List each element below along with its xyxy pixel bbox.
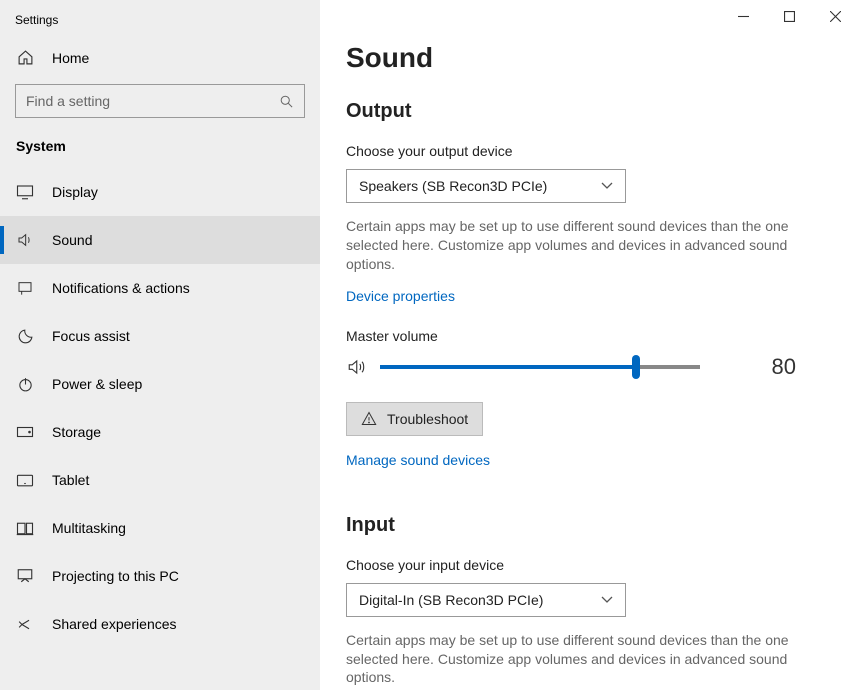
close-button[interactable] (812, 1, 858, 31)
timeline-icon (16, 521, 34, 536)
main: Sound Output Choose your output device S… (320, 0, 862, 690)
monitor-icon (16, 184, 34, 200)
category-heading: System (0, 132, 320, 168)
moon-icon (16, 328, 34, 345)
device-properties-link[interactable]: Device properties (346, 288, 455, 304)
share-icon (16, 616, 34, 633)
home-label: Home (52, 50, 89, 66)
tablet-icon (16, 473, 34, 488)
home-icon (16, 49, 34, 66)
chevron-down-icon (601, 182, 613, 190)
troubleshoot-button[interactable]: Troubleshoot (346, 402, 483, 436)
nav-item-sound[interactable]: Sound (0, 216, 320, 264)
output-device-dropdown[interactable]: Speakers (SB Recon3D PCIe) (346, 169, 626, 203)
titlebar (320, 0, 862, 32)
input-device-value: Digital-In (SB Recon3D PCIe) (359, 592, 543, 608)
volume-slider[interactable] (380, 365, 700, 369)
page-title: Sound (346, 42, 836, 74)
input-device-dropdown[interactable]: Digital-In (SB Recon3D PCIe) (346, 583, 626, 617)
nav-label: Multitasking (52, 520, 126, 536)
nav-item-storage[interactable]: Storage (0, 408, 320, 456)
nav: Display Sound Notifications & actions Fo… (0, 168, 320, 690)
output-desc: Certain apps may be set up to use differ… (346, 217, 796, 274)
volume-icon (346, 358, 366, 376)
nav-item-power[interactable]: Power & sleep (0, 360, 320, 408)
home-link[interactable]: Home (0, 35, 320, 76)
nav-item-shared[interactable]: Shared experiences (0, 600, 320, 648)
nav-label: Shared experiences (52, 616, 177, 632)
warning-icon (361, 411, 377, 426)
drive-icon (16, 425, 34, 439)
speaker-icon (16, 232, 34, 248)
output-heading: Output (346, 100, 836, 123)
app-title: Settings (0, 0, 320, 35)
output-device-value: Speakers (SB Recon3D PCIe) (359, 178, 547, 194)
maximize-button[interactable] (766, 1, 812, 31)
projecting-icon (16, 568, 34, 585)
sidebar: Settings Home System Display Sound Notif… (0, 0, 320, 690)
nav-label: Display (52, 184, 98, 200)
nav-item-tablet[interactable]: Tablet (0, 456, 320, 504)
nav-item-projecting[interactable]: Projecting to this PC (0, 552, 320, 600)
power-icon (16, 376, 34, 393)
nav-item-display[interactable]: Display (0, 168, 320, 216)
slider-fill (380, 365, 636, 369)
nav-label: Tablet (52, 472, 89, 488)
search-wrap (0, 76, 320, 132)
search-icon (279, 94, 294, 109)
chevron-down-icon (601, 596, 613, 604)
manage-sound-link[interactable]: Manage sound devices (346, 452, 490, 468)
input-heading: Input (346, 514, 836, 537)
master-volume-label: Master volume (346, 328, 836, 344)
input-desc: Certain apps may be set up to use differ… (346, 631, 796, 688)
nav-label: Storage (52, 424, 101, 440)
nav-label: Power & sleep (52, 376, 142, 392)
nav-item-multitasking[interactable]: Multitasking (0, 504, 320, 552)
volume-row: 80 (346, 354, 836, 380)
slider-thumb[interactable] (632, 355, 640, 379)
volume-value: 80 (772, 354, 836, 380)
search-input[interactable] (26, 93, 279, 109)
nav-label: Notifications & actions (52, 280, 190, 296)
message-icon (16, 280, 34, 296)
search-box[interactable] (15, 84, 305, 118)
output-device-label: Choose your output device (346, 143, 836, 159)
minimize-button[interactable] (720, 1, 766, 31)
nav-item-focus-assist[interactable]: Focus assist (0, 312, 320, 360)
nav-label: Sound (52, 232, 92, 248)
nav-label: Projecting to this PC (52, 568, 179, 584)
nav-label: Focus assist (52, 328, 130, 344)
input-device-label: Choose your input device (346, 557, 836, 573)
content: Sound Output Choose your output device S… (320, 32, 862, 690)
troubleshoot-label: Troubleshoot (387, 411, 468, 427)
nav-item-notifications[interactable]: Notifications & actions (0, 264, 320, 312)
